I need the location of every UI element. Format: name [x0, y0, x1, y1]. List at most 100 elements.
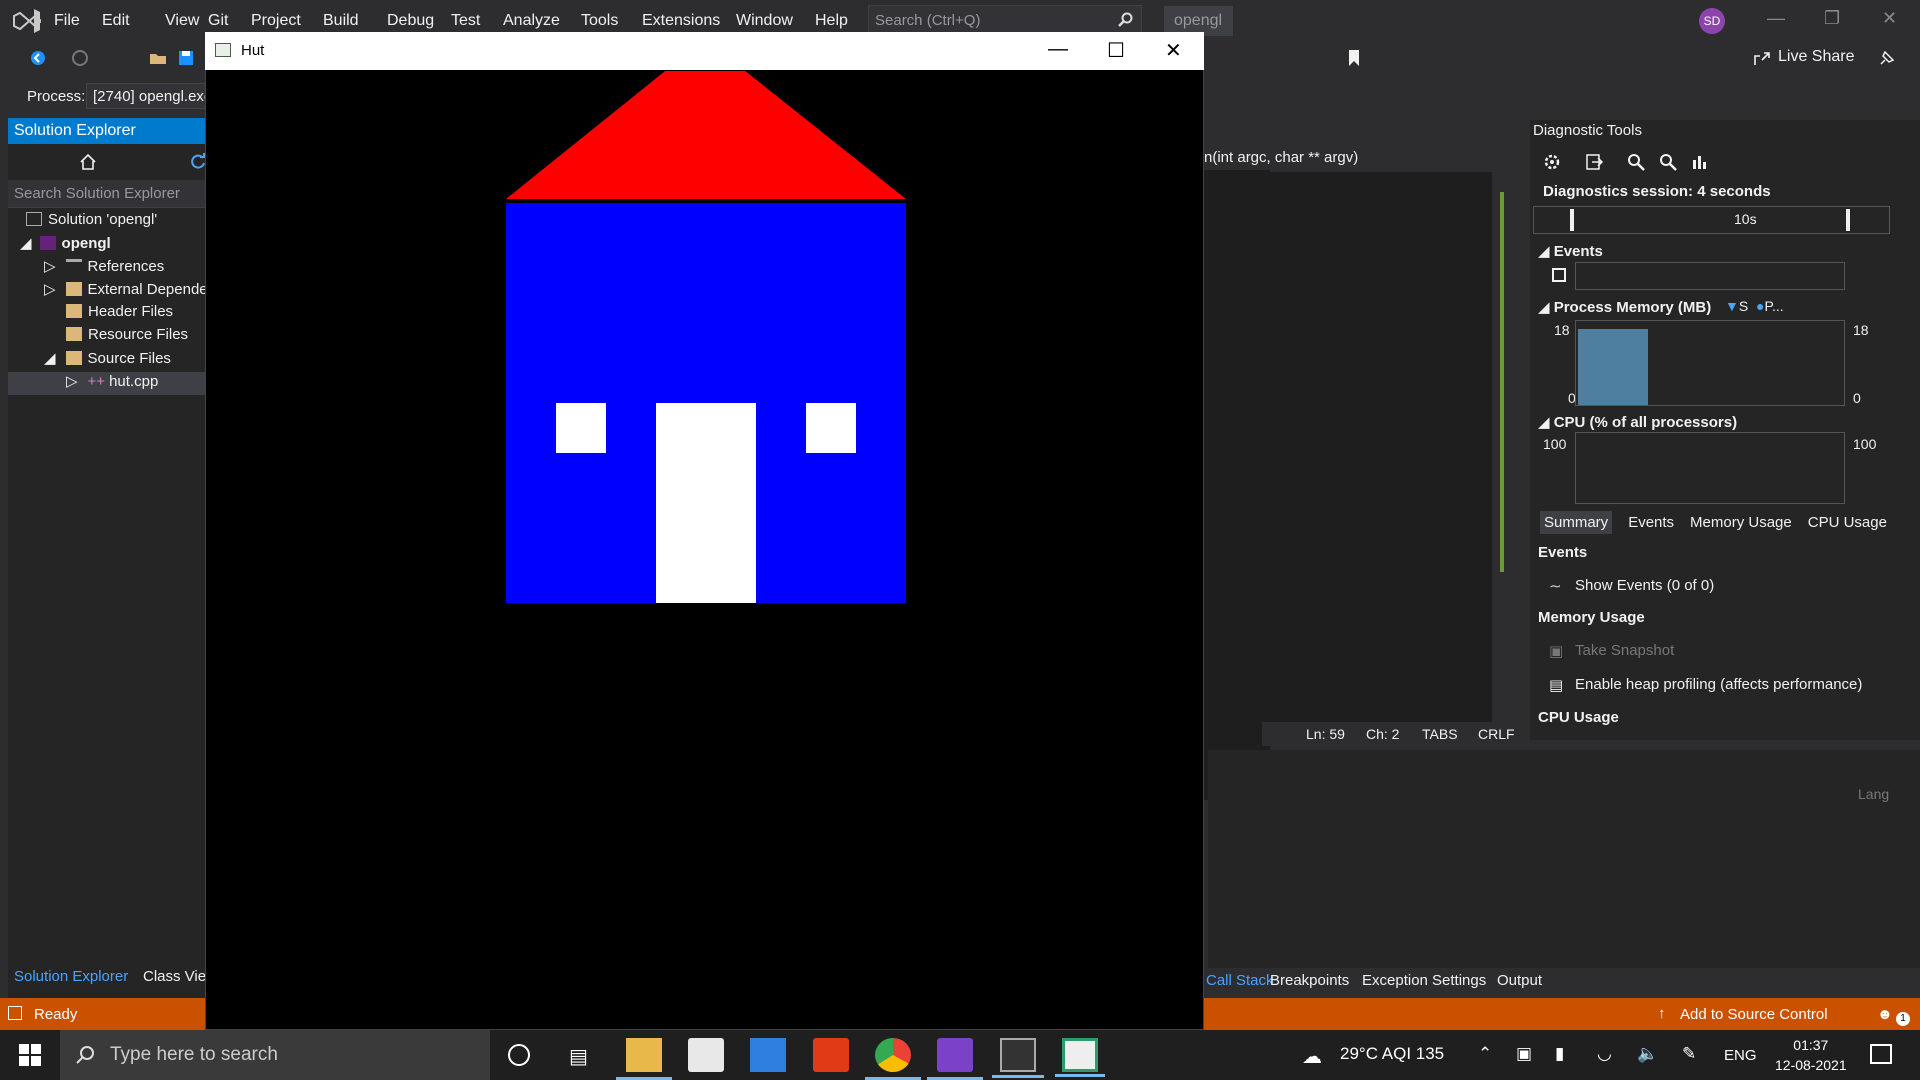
menu-file[interactable]: File: [54, 12, 80, 30]
feedback-icon[interactable]: [1877, 48, 1897, 68]
clock[interactable]: 01:37 12-08-2021: [1775, 1035, 1847, 1075]
menu-build[interactable]: Build: [323, 12, 359, 30]
cpu-chart[interactable]: [1575, 432, 1845, 504]
search-input[interactable]: Search (Ctrl+Q): [868, 5, 1142, 35]
battery-icon[interactable]: ▮: [1555, 1044, 1564, 1064]
weather-text[interactable]: 29°C AQI 135: [1340, 1044, 1444, 1064]
menu-project[interactable]: Project: [251, 12, 301, 30]
notifications-icon[interactable]: ☻: [1877, 1006, 1893, 1023]
diagnostic-tools-title[interactable]: Diagnostic Tools: [1533, 122, 1642, 139]
tree-item-hut-cpp[interactable]: ▷ ++ hut.cpp: [8, 372, 210, 395]
editor-scrollbar[interactable]: [1496, 172, 1518, 722]
forward-icon[interactable]: [70, 48, 90, 68]
menu-help[interactable]: Help: [815, 12, 848, 30]
menu-edit[interactable]: Edit: [102, 12, 130, 30]
tab-solution-explorer[interactable]: Solution Explorer: [14, 968, 128, 994]
menu-test[interactable]: Test: [451, 12, 480, 30]
tree-item-source-files[interactable]: ◢ Source Files: [44, 349, 171, 372]
events-section-label[interactable]: ◢ Events: [1538, 242, 1603, 260]
take-snapshot-button[interactable]: ▣ Take Snapshot: [1549, 642, 1674, 660]
wifi-icon[interactable]: ◡: [1597, 1044, 1612, 1064]
tree-item-project[interactable]: ◢ opengl: [20, 234, 111, 257]
weather-icon[interactable]: ☁: [1302, 1044, 1322, 1069]
windows-start-icon[interactable]: [18, 1043, 42, 1067]
taskbar-search[interactable]: Type here to search: [60, 1030, 490, 1080]
memory-chart[interactable]: [1575, 320, 1845, 406]
input-language[interactable]: ENG: [1724, 1047, 1757, 1064]
export-icon[interactable]: [1584, 152, 1604, 172]
hut-close-icon[interactable]: ✕: [1165, 38, 1182, 63]
menu-analyze[interactable]: Analyze: [503, 12, 560, 30]
hut-maximize-icon[interactable]: ☐: [1107, 38, 1125, 63]
solution-explorer-title[interactable]: Solution Explorer: [8, 118, 210, 144]
tab-call-stack[interactable]: Call Stack: [1206, 972, 1274, 989]
hut-app-icon[interactable]: [1055, 1038, 1105, 1077]
home-icon[interactable]: [78, 152, 98, 172]
minimize-icon[interactable]: —: [1767, 8, 1785, 29]
chart-select-icon[interactable]: [1690, 152, 1710, 172]
editor-nav-bar[interactable]: n(int argc, char ** argv): [1200, 146, 1492, 170]
heap-profiling-toggle[interactable]: ▤ Enable heap profiling (affects performa…: [1549, 676, 1862, 694]
hut-title-bar[interactable]: Hut — ☐ ✕: [205, 32, 1204, 70]
events-track[interactable]: [1575, 262, 1845, 290]
task-view-icon[interactable]: ▤: [569, 1044, 588, 1069]
tab-summary[interactable]: Summary: [1540, 511, 1613, 534]
menu-view[interactable]: View: [165, 12, 199, 30]
show-events-link[interactable]: ∼ Show Events (0 of 0): [1549, 577, 1714, 595]
save-icon[interactable]: [176, 48, 196, 68]
folder-icon: [65, 351, 82, 365]
hut-window[interactable]: [205, 32, 1204, 1030]
console-icon[interactable]: [992, 1038, 1044, 1078]
pause-events-icon[interactable]: [1552, 268, 1566, 282]
hut-minimize-icon[interactable]: —: [1048, 38, 1068, 61]
solution-explorer-search[interactable]: Search Solution Explorer: [8, 180, 210, 208]
settings-icon[interactable]: [1542, 152, 1562, 172]
memory-section-label[interactable]: ◢ Process Memory (MB): [1538, 298, 1711, 316]
visual-studio-icon[interactable]: [927, 1038, 983, 1080]
office-icon[interactable]: [813, 1038, 849, 1072]
live-share-icon[interactable]: [1752, 48, 1772, 68]
line-ending[interactable]: CRLF: [1478, 726, 1515, 742]
back-icon[interactable]: [28, 48, 48, 68]
tab-exception-settings[interactable]: Exception Settings: [1362, 972, 1486, 989]
volume-icon[interactable]: 🔈: [1637, 1044, 1658, 1064]
menu-debug[interactable]: Debug: [387, 12, 434, 30]
pen-icon[interactable]: ✎: [1682, 1044, 1696, 1064]
menu-git[interactable]: Git: [208, 12, 228, 30]
open-folder-icon[interactable]: [148, 48, 168, 68]
mail-icon[interactable]: [750, 1038, 786, 1072]
add-to-source-control-button[interactable]: Add to Source Control: [1680, 1006, 1828, 1023]
meet-now-icon[interactable]: ▣: [1516, 1044, 1532, 1064]
tab-cpu-usage[interactable]: CPU Usage: [1808, 514, 1887, 531]
chevron-up-icon[interactable]: ⌃: [1478, 1044, 1492, 1064]
editor-pane[interactable]: [1262, 172, 1492, 732]
restore-icon[interactable]: ❐: [1824, 8, 1840, 29]
indent-mode[interactable]: TABS: [1422, 726, 1458, 742]
process-selector[interactable]: [2740] opengl.exe: [86, 83, 216, 109]
tab-events[interactable]: Events: [1628, 514, 1674, 531]
live-share-button[interactable]: Live Share: [1778, 48, 1855, 66]
menu-extensions[interactable]: Extensions: [642, 12, 720, 30]
zoom-out-icon[interactable]: [1658, 152, 1678, 172]
close-icon[interactable]: ✕: [1882, 8, 1897, 29]
cpu-section-label[interactable]: ◢ CPU (% of all processors): [1538, 413, 1737, 431]
tab-breakpoints[interactable]: Breakpoints: [1270, 972, 1349, 989]
menu-window[interactable]: Window: [736, 12, 793, 30]
store-icon[interactable]: [688, 1038, 724, 1072]
chrome-icon[interactable]: [865, 1038, 921, 1080]
tree-item-references[interactable]: ▷ References: [44, 257, 164, 280]
tree-item-header-files[interactable]: Header Files: [66, 303, 173, 326]
zoom-in-icon[interactable]: [1626, 152, 1646, 172]
cortana-icon[interactable]: [508, 1044, 530, 1066]
tree-item-resource-files[interactable]: Resource Files: [66, 326, 188, 349]
file-explorer-icon[interactable]: [616, 1038, 672, 1080]
tab-output[interactable]: Output: [1497, 972, 1542, 989]
diagnostic-tabs: Summary Events Memory Usage CPU Usage: [1540, 511, 1903, 534]
bookmark-icon[interactable]: [1344, 48, 1364, 68]
avatar[interactable]: SD: [1699, 8, 1725, 34]
tree-item-solution[interactable]: Solution 'opengl': [26, 211, 157, 234]
menu-tools[interactable]: Tools: [581, 12, 618, 30]
tab-memory-usage[interactable]: Memory Usage: [1690, 514, 1792, 531]
timeline-ruler[interactable]: 10s: [1533, 206, 1890, 234]
action-center-icon[interactable]: [1870, 1044, 1892, 1064]
